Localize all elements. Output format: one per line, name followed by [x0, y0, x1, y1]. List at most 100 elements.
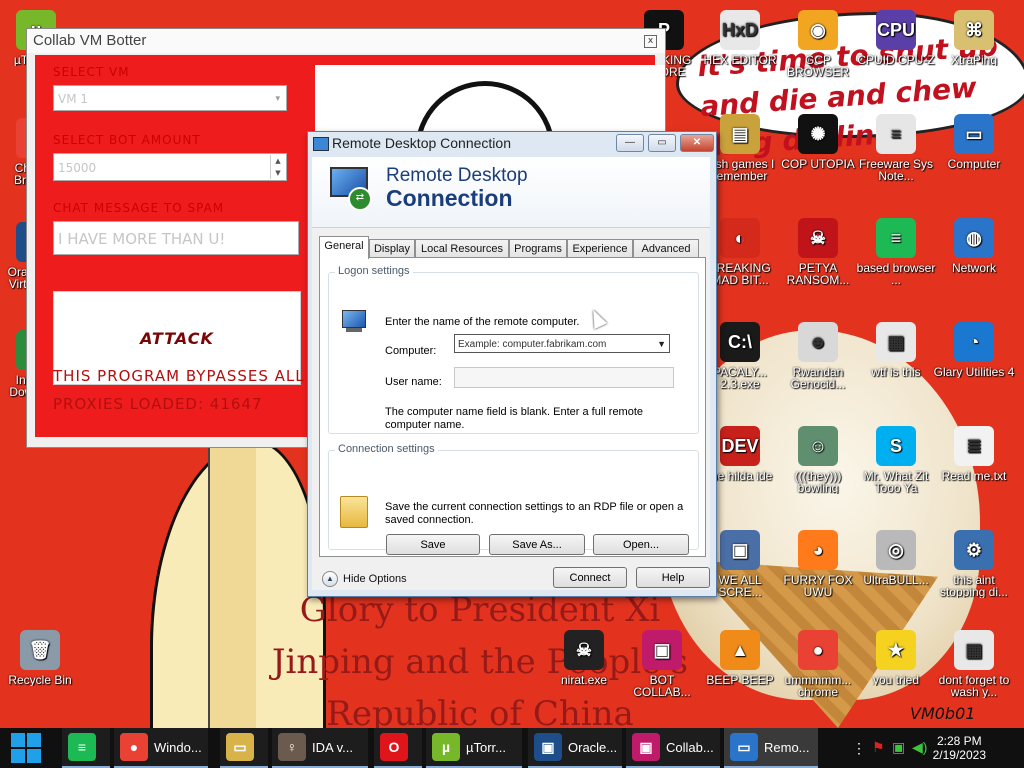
botter-close-button[interactable]: x [644, 35, 657, 48]
desktop-icon[interactable]: ≡ Freeware Sys Note... [854, 114, 938, 182]
desktop-icon[interactable]: ★ you tried [854, 630, 938, 686]
help-button[interactable]: Help [636, 567, 710, 588]
desktop-icon-label: BOT COLLAB... [633, 674, 691, 698]
taskbar-app-button[interactable]: ● Windo... [114, 728, 208, 768]
desktop-icon-label: Network [951, 262, 996, 274]
clock[interactable]: 2:28 PM 2/19/2023 [933, 734, 986, 762]
hide-options-label: Hide Options [343, 572, 407, 585]
desktop-icon[interactable]: HxD HEX EDITOR [698, 10, 782, 66]
app-icon: DEV [720, 426, 760, 466]
desktop-icon[interactable]: ▣ BOT COLLAB... [620, 630, 704, 698]
proxies-loaded-text: PROXIES LOADED: 41647 [53, 395, 263, 413]
tab-local-resources[interactable]: Local Resources [415, 239, 509, 258]
desktop-icon[interactable]: ◕ FURRY FOX UWU [776, 530, 860, 598]
desktop-icon[interactable]: CPU CPUID CPU-Z [854, 10, 938, 66]
desktop-icon[interactable]: ◎ UltraBULL... [854, 530, 938, 586]
app-icon: ◔ [954, 322, 994, 362]
desktop-icon[interactable]: ☠ PETYA RANSOM... [776, 218, 860, 286]
desktop-icon-label: Rwandan Genocid... [790, 366, 846, 390]
taskbar-app-button[interactable]: O [374, 728, 422, 768]
remote-desktop-window[interactable]: Remote Desktop Connection — ▭ ✕ ⇄ Remote… [307, 131, 717, 597]
desktop-icon[interactable]: 🗑 Recycle Bin [0, 630, 82, 686]
app-icon: 🗑 [20, 630, 60, 670]
tab-general[interactable]: General [319, 236, 369, 259]
username-field[interactable] [454, 367, 674, 388]
taskbar-app-button[interactable]: µ µTorr... [426, 728, 522, 768]
taskbar-app-button[interactable]: ♀ IDA v... [272, 728, 368, 768]
select-vm-value: VM 1 [58, 92, 89, 106]
rdp-titlebar[interactable]: Remote Desktop Connection — ▭ ✕ [308, 132, 716, 156]
save-as-button[interactable]: Save As... [489, 534, 585, 555]
folder-icon [340, 496, 368, 528]
desktop-icon[interactable]: ● ummmmm... chrome [776, 630, 860, 698]
desktop-icon[interactable]: ▭ Computer [932, 114, 1016, 170]
computer-icon [340, 310, 368, 336]
app-icon: ☻ [798, 322, 838, 362]
rdp-body: ⇄ Remote Desktop Connection General Disp… [312, 157, 710, 590]
desktop-icon[interactable]: ⚙ this aint stopping di... [932, 530, 1016, 598]
desktop-icon[interactable]: ▦ dont forget to wash y... [932, 630, 1016, 698]
stepper-arrows-icon[interactable]: ▲ ▼ [270, 155, 285, 179]
select-vm-dropdown[interactable]: VM 1 ▾ [53, 85, 287, 111]
computer-combobox[interactable]: Example: computer.fabrikam.com ▼ [454, 334, 670, 353]
tab-programs[interactable]: Programs [509, 239, 567, 258]
logon-intro-text: Enter the name of the remote computer. [385, 316, 580, 328]
desktop-icon[interactable]: ◔ Glary Utilities 4 [932, 322, 1016, 378]
wallpaper-banana-inner [208, 440, 256, 728]
app-icon: ◕ [798, 530, 838, 570]
desktop-icon[interactable]: ◉ GCP BROWSER [776, 10, 860, 78]
desktop-icon[interactable]: ▦ wtf is this [854, 322, 938, 378]
desktop-icon[interactable]: ☺ (((they))) bowling [776, 426, 860, 494]
open-button[interactable]: Open... [593, 534, 689, 555]
taskbar-app-button[interactable]: ▣ Collab... [626, 728, 720, 768]
start-button[interactable] [0, 728, 52, 768]
taskbar-app-button[interactable]: ≡ [62, 728, 110, 768]
desktop-icon[interactable]: ≣ Read me.txt [932, 426, 1016, 482]
maximize-button[interactable]: ▭ [648, 134, 676, 152]
app-icon: ● [798, 630, 838, 670]
network-icon[interactable]: ▣ [892, 739, 905, 756]
more-icon[interactable]: ⋮ [852, 740, 866, 757]
desktop-icon[interactable]: ☻ Rwandan Genocid... [776, 322, 860, 390]
taskbar-app-button[interactable]: ▣ Oracle... [528, 728, 622, 768]
taskbar-app-button[interactable]: ▭ Remo... [724, 728, 818, 768]
app-icon: ≡ [876, 114, 916, 154]
chevron-down-icon: ▾ [275, 94, 280, 104]
desktop-icon-label: UltraBULL... [863, 574, 929, 586]
desktop-icon[interactable]: ▲ BEEP BEEP [698, 630, 782, 686]
desktop-icon[interactable]: ≡ based browser ... [854, 218, 938, 286]
hide-options-toggle[interactable]: ▲ Hide Options [322, 571, 407, 587]
desktop-icon[interactable]: ☠ nirat.exe [542, 630, 626, 686]
desktop-icon[interactable]: ✺ COP UTOPIA [776, 114, 860, 170]
flag-icon[interactable]: ⚑ [872, 739, 885, 756]
connect-button[interactable]: Connect [553, 567, 627, 588]
save-button[interactable]: Save [386, 534, 480, 555]
desktop-icon-label: CPUID CPU-Z [857, 54, 935, 66]
chat-message-input[interactable]: I HAVE MORE THAN U! [53, 221, 299, 255]
desktop-icon-label: ummmmm... chrome [784, 674, 852, 698]
chat-message-value: I HAVE MORE THAN U! [58, 230, 226, 248]
minimize-button[interactable]: — [616, 134, 644, 152]
desktop-icon-label: Glary Utilities 4 [933, 366, 1015, 378]
taskbar-app-label: µTorr... [466, 739, 506, 755]
desktop-icon-label: this aint stopping di... [939, 574, 1009, 598]
tab-advanced[interactable]: Advanced [633, 239, 699, 258]
desktop-icon-label: (((they))) bowling [794, 470, 842, 494]
desktop-icon-label: dont forget to wash y... [938, 674, 1010, 698]
taskbar-app-label: Oracle... [568, 739, 618, 755]
tab-display[interactable]: Display [369, 239, 415, 258]
botter-title[interactable]: Collab VM Botter [27, 29, 665, 53]
system-tray: ⋮ ⚑ ▣ ◀) 2:28 PM 2/19/2023 [824, 728, 1024, 768]
taskbar-app-button[interactable]: ▭ [220, 728, 268, 768]
desktop-icon[interactable]: ⌘ XtraPing [932, 10, 1016, 66]
desktop-icon[interactable]: ◍ Network [932, 218, 1016, 274]
banner-title-line1: Remote Desktop [386, 165, 528, 186]
chevron-down-icon[interactable]: ▼ [657, 335, 666, 354]
tab-experience[interactable]: Experience [567, 239, 633, 258]
connection-settings-description: Save the current connection settings to … [385, 501, 684, 526]
desktop-icon-label: Mr. What Zit Tooo Ya [863, 470, 929, 494]
volume-icon[interactable]: ◀) [912, 739, 927, 756]
bot-amount-stepper[interactable]: 15000 ▲ ▼ [53, 153, 287, 181]
desktop-icon[interactable]: S Mr. What Zit Tooo Ya [854, 426, 938, 494]
close-button[interactable]: ✕ [680, 134, 714, 152]
